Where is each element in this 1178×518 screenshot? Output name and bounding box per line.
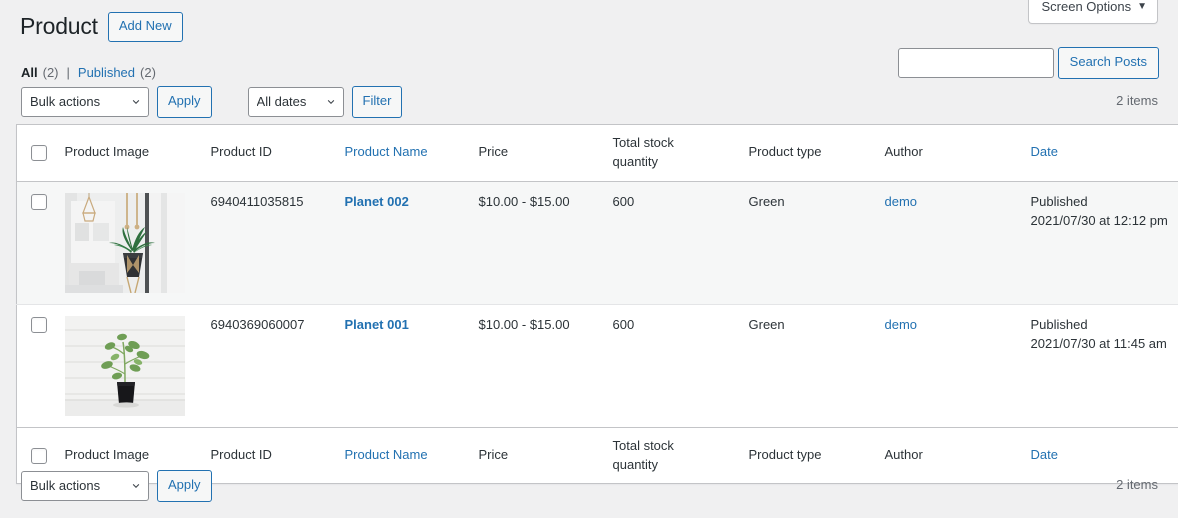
- cell-product-type: Green: [748, 193, 785, 209]
- view-filter-all[interactable]: All: [21, 60, 38, 86]
- page-title: Product: [20, 13, 98, 39]
- row-checkbox[interactable]: [31, 317, 47, 334]
- cell-price: $10.00 - $15.00: [478, 316, 570, 332]
- tablenav-top: Bulk actions Apply All dates Filter: [21, 86, 403, 118]
- add-new-button[interactable]: Add New: [107, 12, 183, 42]
- column-footer-product-type: Product type: [748, 447, 822, 463]
- page-header: Product Add New: [20, 12, 183, 42]
- view-filter-all-count: (2): [42, 65, 59, 80]
- chevron-down-icon: ▼: [1137, 1, 1147, 13]
- column-footer-author: Author: [884, 447, 923, 463]
- column-footer-product-name[interactable]: Product Name: [335, 427, 469, 484]
- column-footer-price: Price: [478, 447, 509, 463]
- date-value: 2021/07/30 at 12:12 pm: [1030, 212, 1168, 228]
- products-table: Product Image Product ID Product Name Pr…: [16, 124, 1178, 485]
- column-header-date[interactable]: Date: [1021, 125, 1178, 182]
- wp-admin-product-list-page: Screen Options ▼ Product Add New All (2)…: [0, 0, 1178, 518]
- column-header-product-id: Product ID: [210, 144, 272, 160]
- column-header-total-stock-quantity: Total stock quantity: [612, 135, 674, 169]
- product-thumbnail-image: [64, 315, 185, 416]
- column-header-product-type: Product type: [748, 144, 822, 160]
- author-link[interactable]: demo: [885, 194, 918, 209]
- row-select-cell: [17, 304, 63, 427]
- select-all-header: [17, 125, 63, 182]
- cell-product-name: Planet 002: [335, 181, 469, 304]
- displaying-num-top: 2 items: [1116, 93, 1158, 108]
- column-header-price: Price: [478, 144, 509, 160]
- sort-date-link[interactable]: Date: [1031, 144, 1058, 159]
- cell-date: Published 2021/07/30 at 11:45 am: [1021, 304, 1178, 427]
- view-filter-published[interactable]: Published: [78, 60, 135, 86]
- hanging-macrame-planter-thumbnail[interactable]: [64, 192, 185, 293]
- table-row: 6940411035815 Planet 002 $10.00 - $15.00…: [16, 181, 1178, 305]
- row-select-cell: [17, 181, 63, 304]
- date-value: 2021/07/30 at 11:45 am: [1030, 335, 1167, 351]
- column-footer-date[interactable]: Date: [1021, 427, 1178, 484]
- cell-author: demo: [875, 181, 1021, 304]
- row-checkbox[interactable]: [31, 194, 47, 211]
- column-header-product-image: Product Image: [64, 144, 150, 160]
- table-body: 6940411035815 Planet 002 $10.00 - $15.00…: [16, 181, 1178, 428]
- author-link[interactable]: demo: [885, 317, 918, 332]
- sort-product-name-link-footer[interactable]: Product Name: [345, 447, 428, 462]
- select-all-checkbox-footer[interactable]: [31, 447, 47, 464]
- product-name-link[interactable]: Planet 001: [345, 317, 409, 332]
- dates-select[interactable]: All dates: [247, 86, 344, 117]
- cell-author: demo: [875, 304, 1021, 427]
- potted-seedling-thumbnail[interactable]: [64, 315, 185, 416]
- dates-select-wrap: All dates: [247, 86, 344, 117]
- cell-product-id: 6940411035815: [210, 193, 304, 209]
- search-submit-button[interactable]: Search Posts: [1057, 47, 1159, 79]
- cell-date: Published 2021/07/30 at 12:12 pm: [1021, 181, 1178, 304]
- table-head: Product Image Product ID Product Name Pr…: [16, 125, 1178, 182]
- bulk-actions-select-wrap-bottom: Bulk actions: [21, 470, 149, 501]
- bulk-actions-select-top[interactable]: Bulk actions: [21, 86, 149, 117]
- screen-options-tab[interactable]: Screen Options ▼: [1028, 0, 1158, 24]
- product-name-link[interactable]: Planet 002: [345, 194, 409, 209]
- date-status: Published: [1030, 193, 1088, 209]
- bulk-actions-select-bottom[interactable]: Bulk actions: [21, 470, 149, 501]
- select-all-checkbox[interactable]: [31, 144, 47, 161]
- search-box: Search Posts: [897, 47, 1159, 79]
- apply-button-bottom[interactable]: Apply: [157, 470, 212, 502]
- screen-options-label: Screen Options: [1041, 0, 1132, 14]
- cell-price: $10.00 - $15.00: [478, 193, 570, 209]
- view-filter-published-count: (2): [140, 65, 156, 80]
- cell-product-type: Green: [748, 316, 785, 332]
- product-thumbnail-image: [64, 192, 185, 293]
- column-header-author: Author: [884, 144, 923, 160]
- sort-product-name-link[interactable]: Product Name: [345, 144, 428, 159]
- apply-button-top[interactable]: Apply: [157, 86, 212, 118]
- cell-product-name: Planet 001: [335, 304, 469, 427]
- tablenav-bottom: Bulk actions Apply: [21, 470, 212, 502]
- filter-button[interactable]: Filter: [351, 86, 403, 118]
- search-input[interactable]: [897, 47, 1054, 78]
- sort-date-link-footer[interactable]: Date: [1031, 447, 1058, 462]
- bulk-actions-select-wrap-top: Bulk actions: [21, 86, 149, 117]
- column-footer-total-stock-quantity: Total stock quantity: [612, 437, 674, 472]
- date-status: Published: [1030, 316, 1088, 332]
- cell-total-stock-quantity: 600: [612, 193, 635, 209]
- table-row: 6940369060007 Planet 001 $10.00 - $15.00…: [16, 304, 1178, 428]
- cell-product-image: [63, 181, 201, 304]
- cell-product-image: [63, 304, 201, 427]
- cell-product-id: 6940369060007: [210, 316, 305, 332]
- view-filter-separator: |: [66, 65, 70, 80]
- table-header-row: Product Image Product ID Product Name Pr…: [16, 125, 1178, 182]
- view-filters: All (2) | Published (2): [21, 60, 156, 86]
- cell-total-stock-quantity: 600: [612, 316, 635, 332]
- column-footer-product-id: Product ID: [210, 447, 272, 463]
- displaying-num-bottom: 2 items: [1116, 477, 1158, 492]
- column-header-product-name[interactable]: Product Name: [335, 125, 469, 182]
